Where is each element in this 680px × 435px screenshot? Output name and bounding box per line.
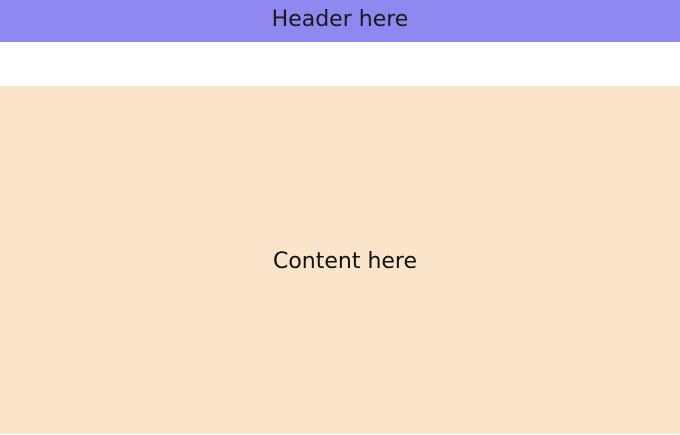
content-text: Content here: [272, 249, 418, 274]
header-title: Header here: [271, 7, 409, 32]
content-area: Content here: [0, 86, 680, 434]
page: Header here Content here: [0, 0, 680, 435]
page-header: Header here: [0, 0, 680, 42]
header-spacer: [0, 42, 680, 86]
